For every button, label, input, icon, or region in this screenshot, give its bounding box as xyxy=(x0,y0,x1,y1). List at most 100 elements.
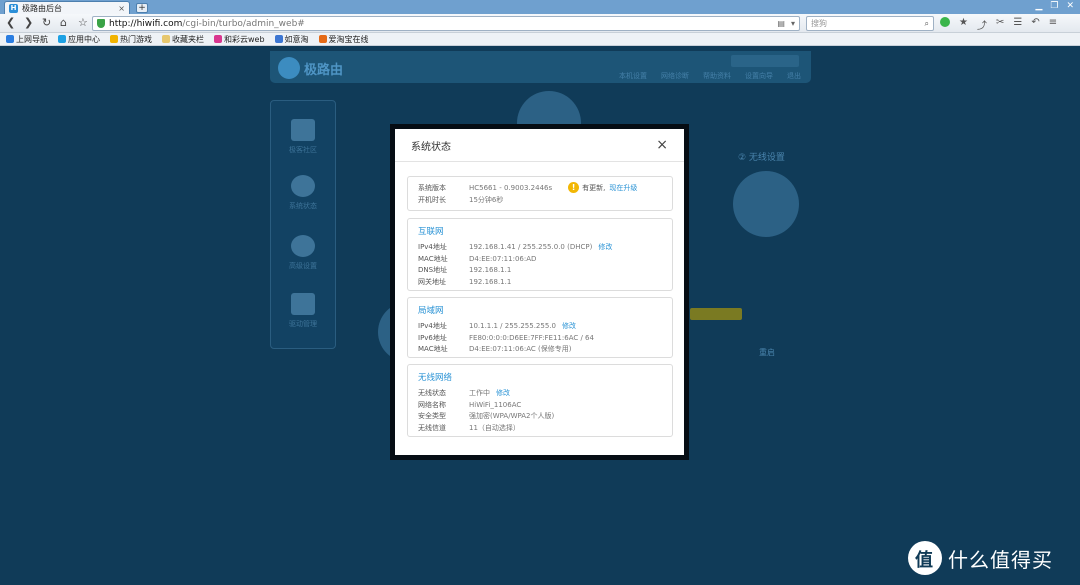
forward-icon[interactable]: ❯ xyxy=(24,17,33,29)
compat-mode-icon[interactable]: ▤ xyxy=(777,19,785,28)
search-box[interactable]: 搜狗 ⌕ xyxy=(806,16,934,31)
header-link[interactable]: 帮助资料 xyxy=(703,71,731,81)
share-icon[interactable]: ⤴ xyxy=(977,17,987,32)
warning-icon: ! xyxy=(568,182,580,194)
card-title: 局域网 xyxy=(418,306,444,316)
router-ports xyxy=(690,308,742,320)
row-label: IPv4地址 xyxy=(418,242,447,251)
header-link[interactable]: 设置向导 xyxy=(745,71,773,81)
system-status-dialog: 系统状态 × 系统版本 HC5661 - 0.9003.2446s ! 有更新,… xyxy=(395,129,684,455)
bookmark-item[interactable]: 应用中心 xyxy=(58,34,100,45)
wireless-card: 无线网络 无线状态 工作中 修改 网络名称 HiWiFi_1106AC 安全类型 强加密… xyxy=(407,364,673,437)
row-value: 强加密(WPA/WPA2个人版) xyxy=(469,412,555,421)
row-label: 网关地址 xyxy=(418,278,446,287)
row-label: 无线状态 xyxy=(418,388,446,397)
new-tab-button[interactable]: + xyxy=(136,3,148,13)
device-icon xyxy=(291,293,315,315)
row-value: 192.168.1.41 / 255.255.0.0 (DHCP) xyxy=(469,242,593,251)
restart-label[interactable]: 重启 xyxy=(759,347,775,358)
admin-header: 极路由 本机设置 网络诊断 帮助资料 设置向导 退出 xyxy=(270,51,811,83)
row-value: 工作中 xyxy=(469,388,490,397)
more-icon[interactable]: ≡ xyxy=(1049,17,1057,32)
lan-card: 局域网 IPv4地址 10.1.1.1 / 255.255.255.0 修改 IPv… xyxy=(407,297,673,358)
home-icon xyxy=(291,119,315,141)
menu-icon[interactable]: ☰ xyxy=(1013,17,1022,32)
header-link[interactable]: 本机设置 xyxy=(619,71,647,81)
edit-link[interactable]: 修改 xyxy=(562,321,576,331)
sidebar-item-status[interactable]: 系统状态 xyxy=(271,175,335,211)
home-icon[interactable]: ⌂ xyxy=(60,17,67,29)
header-link[interactable]: 网络诊断 xyxy=(661,71,689,81)
sidebar-item-advanced[interactable]: 高级设置 xyxy=(271,235,335,271)
reload-icon[interactable]: ↻ xyxy=(42,17,51,29)
row-label: 网络名称 xyxy=(418,400,446,409)
modal-title: 系统状态 xyxy=(411,141,451,153)
search-icon[interactable]: ⌕ xyxy=(925,19,929,29)
close-window-icon[interactable]: ✕ xyxy=(1066,1,1074,11)
row-value: D4:EE:07:11:06:AC (保修专用) xyxy=(469,345,572,354)
row-value: 192.168.1.1 xyxy=(469,266,512,275)
router-favicon-icon: H xyxy=(9,3,18,13)
row-value: 192.168.1.1 xyxy=(469,278,512,287)
watermark-text: 什么值得买 xyxy=(948,547,1053,572)
pulse-icon xyxy=(291,175,315,197)
edit-link[interactable]: 修改 xyxy=(496,388,510,398)
watermark-logo-icon: 值 xyxy=(908,541,942,575)
maximize-icon[interactable]: ❐ xyxy=(1050,1,1058,11)
bookmark-star-icon[interactable]: ★ xyxy=(959,17,968,32)
minimize-icon[interactable]: ▁ xyxy=(1035,1,1042,11)
hiwifi-logo-icon xyxy=(278,57,300,79)
card-title: 无线网络 xyxy=(418,373,453,383)
tab-bar: H 极路由后台 × + ▁ ❐ ✕ xyxy=(0,0,1080,14)
system-card: 系统版本 HC5661 - 0.9003.2446s ! 有更新, 现在升级 开… xyxy=(407,176,673,211)
modal-frame: 系统状态 × 系统版本 HC5661 - 0.9003.2446s ! 有更新,… xyxy=(390,124,689,460)
tab-close-icon[interactable]: × xyxy=(118,4,125,13)
internet-card: 互联网 IPv4地址 192.168.1.41 / 255.255.0.0 (DH… xyxy=(407,218,673,291)
row-value: HiWiFi_1106AC xyxy=(469,400,522,409)
chat-icon[interactable] xyxy=(940,17,950,27)
sidebar-item-drivers[interactable]: 驱动管理 xyxy=(271,293,335,329)
bookmark-item[interactable]: 如意淘 xyxy=(274,34,309,45)
row-label: DNS地址 xyxy=(418,266,448,275)
row-value: D4:EE:07:11:06:AD xyxy=(469,254,537,263)
row-label: 开机时长 xyxy=(418,195,446,204)
edit-link[interactable]: 修改 xyxy=(598,242,612,252)
sidebar-item-community[interactable]: 极客社区 xyxy=(271,119,335,155)
row-label: IPv6地址 xyxy=(418,333,447,342)
update-text: 有更新, xyxy=(582,183,606,192)
row-label: 无线信道 xyxy=(418,424,446,433)
admin-search-input[interactable] xyxy=(731,55,799,67)
favorite-star-icon[interactable]: ☆ xyxy=(78,17,88,29)
undo-icon[interactable]: ↶ xyxy=(1031,17,1039,32)
bookmark-item[interactable]: 和彩云web xyxy=(214,34,265,45)
row-value: 11（自动选择） xyxy=(469,424,520,433)
back-icon[interactable]: ❮ xyxy=(6,17,15,29)
bookmark-item[interactable]: 爱淘宝在线 xyxy=(318,34,369,45)
bookmark-item[interactable]: 热门游戏 xyxy=(110,34,152,45)
wifi-icon xyxy=(733,171,799,237)
card-title: 互联网 xyxy=(418,227,444,237)
tab-title: 极路由后台 xyxy=(22,3,62,13)
window-controls: ▁ ❐ ✕ xyxy=(1035,1,1074,11)
secure-shield-icon xyxy=(97,19,105,28)
row-label: 安全类型 xyxy=(418,412,446,421)
address-bar[interactable]: http://hiwifi.com /cgi-bin/turbo/admin_w… xyxy=(92,16,800,31)
header-link[interactable]: 退出 xyxy=(787,71,801,81)
navigation-bar: ❮ ❯ ↻ ⌂ ☆ http://hiwifi.com /cgi-bin/tur… xyxy=(0,14,1080,33)
search-input[interactable]: 搜狗 xyxy=(811,18,827,29)
dropdown-arrow-icon[interactable]: ▾ xyxy=(791,19,795,28)
bookmark-item[interactable]: 上网导航 xyxy=(6,34,48,45)
browser-tab[interactable]: H 极路由后台 × xyxy=(4,1,130,14)
info-row: 系统版本 HC5661 - 0.9003.2446s ! 有更新, 现在升级 xyxy=(418,182,662,194)
screenshot-scissors-icon[interactable]: ✂ xyxy=(996,17,1004,32)
bookmark-item[interactable]: 收藏夹栏 xyxy=(162,34,204,45)
bookmarks-bar: 上网导航 应用中心 热门游戏 收藏夹栏 和彩云web 如意淘 爱淘宝在线 xyxy=(0,33,1080,46)
row-label: MAC地址 xyxy=(418,254,448,263)
upgrade-now-link[interactable]: 现在升级 xyxy=(609,183,637,193)
row-value: FE80:0:0:0:D6EE:7FF:FE11:6AC / 64 xyxy=(469,333,594,342)
row-label: MAC地址 xyxy=(418,345,448,354)
url-host: http://hiwifi.com xyxy=(109,18,183,29)
row-value: HC5661 - 0.9003.2446s xyxy=(469,183,553,192)
gear-icon xyxy=(291,235,315,257)
close-icon[interactable]: × xyxy=(656,138,668,152)
